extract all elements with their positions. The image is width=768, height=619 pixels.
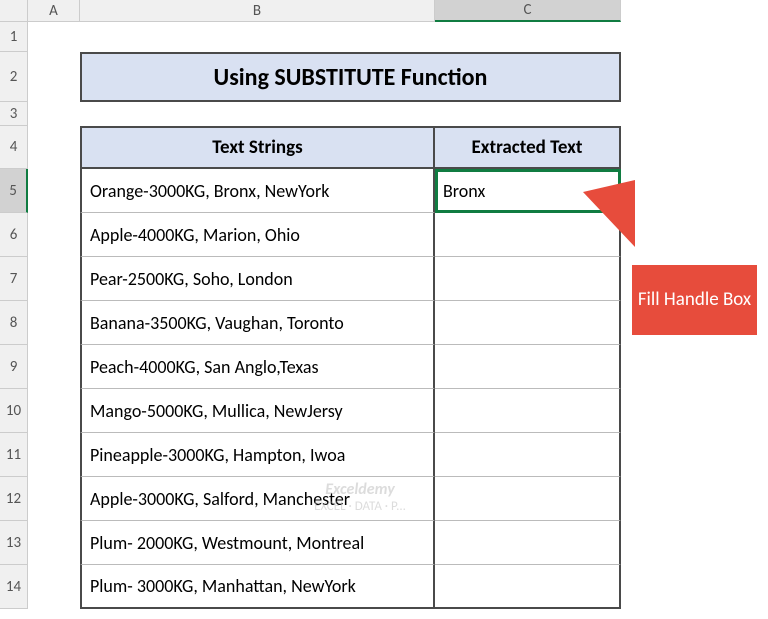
cell-B7[interactable]: Pear-2500KG, Soho, London xyxy=(80,257,435,301)
spreadsheet-grid: A B C 1 2 3 4 5 6 7 8 9 10 11 12 13 14 U… xyxy=(0,0,621,22)
row-header-3[interactable]: 3 xyxy=(0,102,28,126)
table-row: Apple-3000KG, Salford, Manchester xyxy=(80,477,621,521)
cell-C8[interactable] xyxy=(435,301,621,345)
row-header-4[interactable]: 4 xyxy=(0,126,28,169)
table-row: Plum- 3000KG, Manhattan, NewYork xyxy=(80,565,621,609)
row-header-6[interactable]: 6 xyxy=(0,213,28,257)
table-row: Pineapple-3000KG, Hampton, Iwoa xyxy=(80,433,621,477)
cell-B11[interactable]: Pineapple-3000KG, Hampton, Iwoa xyxy=(80,433,435,477)
cell-B8[interactable]: Banana-3500KG, Vaughan, Toronto xyxy=(80,301,435,345)
cell-C14[interactable] xyxy=(435,565,621,609)
row-header-8[interactable]: 8 xyxy=(0,301,28,345)
callout-arrow xyxy=(583,180,635,247)
cell-C7[interactable] xyxy=(435,257,621,301)
table-row: Apple-4000KG, Marion, Ohio xyxy=(80,213,621,257)
cell-B6[interactable]: Apple-4000KG, Marion, Ohio xyxy=(80,213,435,257)
row-header-14[interactable]: 14 xyxy=(0,565,28,609)
cell-B14[interactable]: Plum- 3000KG, Manhattan, NewYork xyxy=(80,565,435,609)
column-headers: A B C xyxy=(0,0,621,22)
data-table: Text Strings Extracted Text Orange-3000K… xyxy=(80,126,621,609)
column-header-B[interactable]: B xyxy=(80,0,435,22)
row-header-5[interactable]: 5 xyxy=(0,169,28,213)
cell-C12[interactable] xyxy=(435,477,621,521)
row-header-12[interactable]: 12 xyxy=(0,477,28,521)
select-all-corner[interactable] xyxy=(0,0,28,22)
header-extracted-text[interactable]: Extracted Text xyxy=(435,126,621,169)
column-header-C[interactable]: C xyxy=(435,0,621,22)
cell-C13[interactable] xyxy=(435,521,621,565)
cell-B5[interactable]: Orange-3000KG, Bronx, NewYork xyxy=(80,169,435,213)
cell-B10[interactable]: Mango-5000KG, Mullica, NewJersy xyxy=(80,389,435,433)
row-header-11[interactable]: 11 xyxy=(0,433,28,477)
table-row: Banana-3500KG, Vaughan, Toronto xyxy=(80,301,621,345)
table-row: Plum- 2000KG, Westmount, Montreal xyxy=(80,521,621,565)
table-row: Mango-5000KG, Mullica, NewJersy xyxy=(80,389,621,433)
row-header-1[interactable]: 1 xyxy=(0,22,28,52)
row-header-2[interactable]: 2 xyxy=(0,52,28,102)
cell-B12[interactable]: Apple-3000KG, Salford, Manchester xyxy=(80,477,435,521)
table-header-row: Text Strings Extracted Text xyxy=(80,126,621,169)
row-header-7[interactable]: 7 xyxy=(0,257,28,301)
table-row: Peach-4000KG, San Anglo,Texas xyxy=(80,345,621,389)
row-header-9[interactable]: 9 xyxy=(0,345,28,389)
cell-B13[interactable]: Plum- 2000KG, Westmount, Montreal xyxy=(80,521,435,565)
cell-C10[interactable] xyxy=(435,389,621,433)
row-header-13[interactable]: 13 xyxy=(0,521,28,565)
callout-box: Fill Handle Box xyxy=(632,265,757,335)
header-text-strings[interactable]: Text Strings xyxy=(80,126,435,169)
table-row: Pear-2500KG, Soho, London xyxy=(80,257,621,301)
table-row: Orange-3000KG, Bronx, NewYork Bronx xyxy=(80,169,621,213)
row-headers: 1 2 3 4 5 6 7 8 9 10 11 12 13 14 xyxy=(0,22,28,609)
cell-C9[interactable] xyxy=(435,345,621,389)
column-header-A[interactable]: A xyxy=(28,0,80,22)
cell-C11[interactable] xyxy=(435,433,621,477)
cell-B9[interactable]: Peach-4000KG, San Anglo,Texas xyxy=(80,345,435,389)
title-cell[interactable]: Using SUBSTITUTE Function xyxy=(80,52,621,102)
row-header-10[interactable]: 10 xyxy=(0,389,28,433)
